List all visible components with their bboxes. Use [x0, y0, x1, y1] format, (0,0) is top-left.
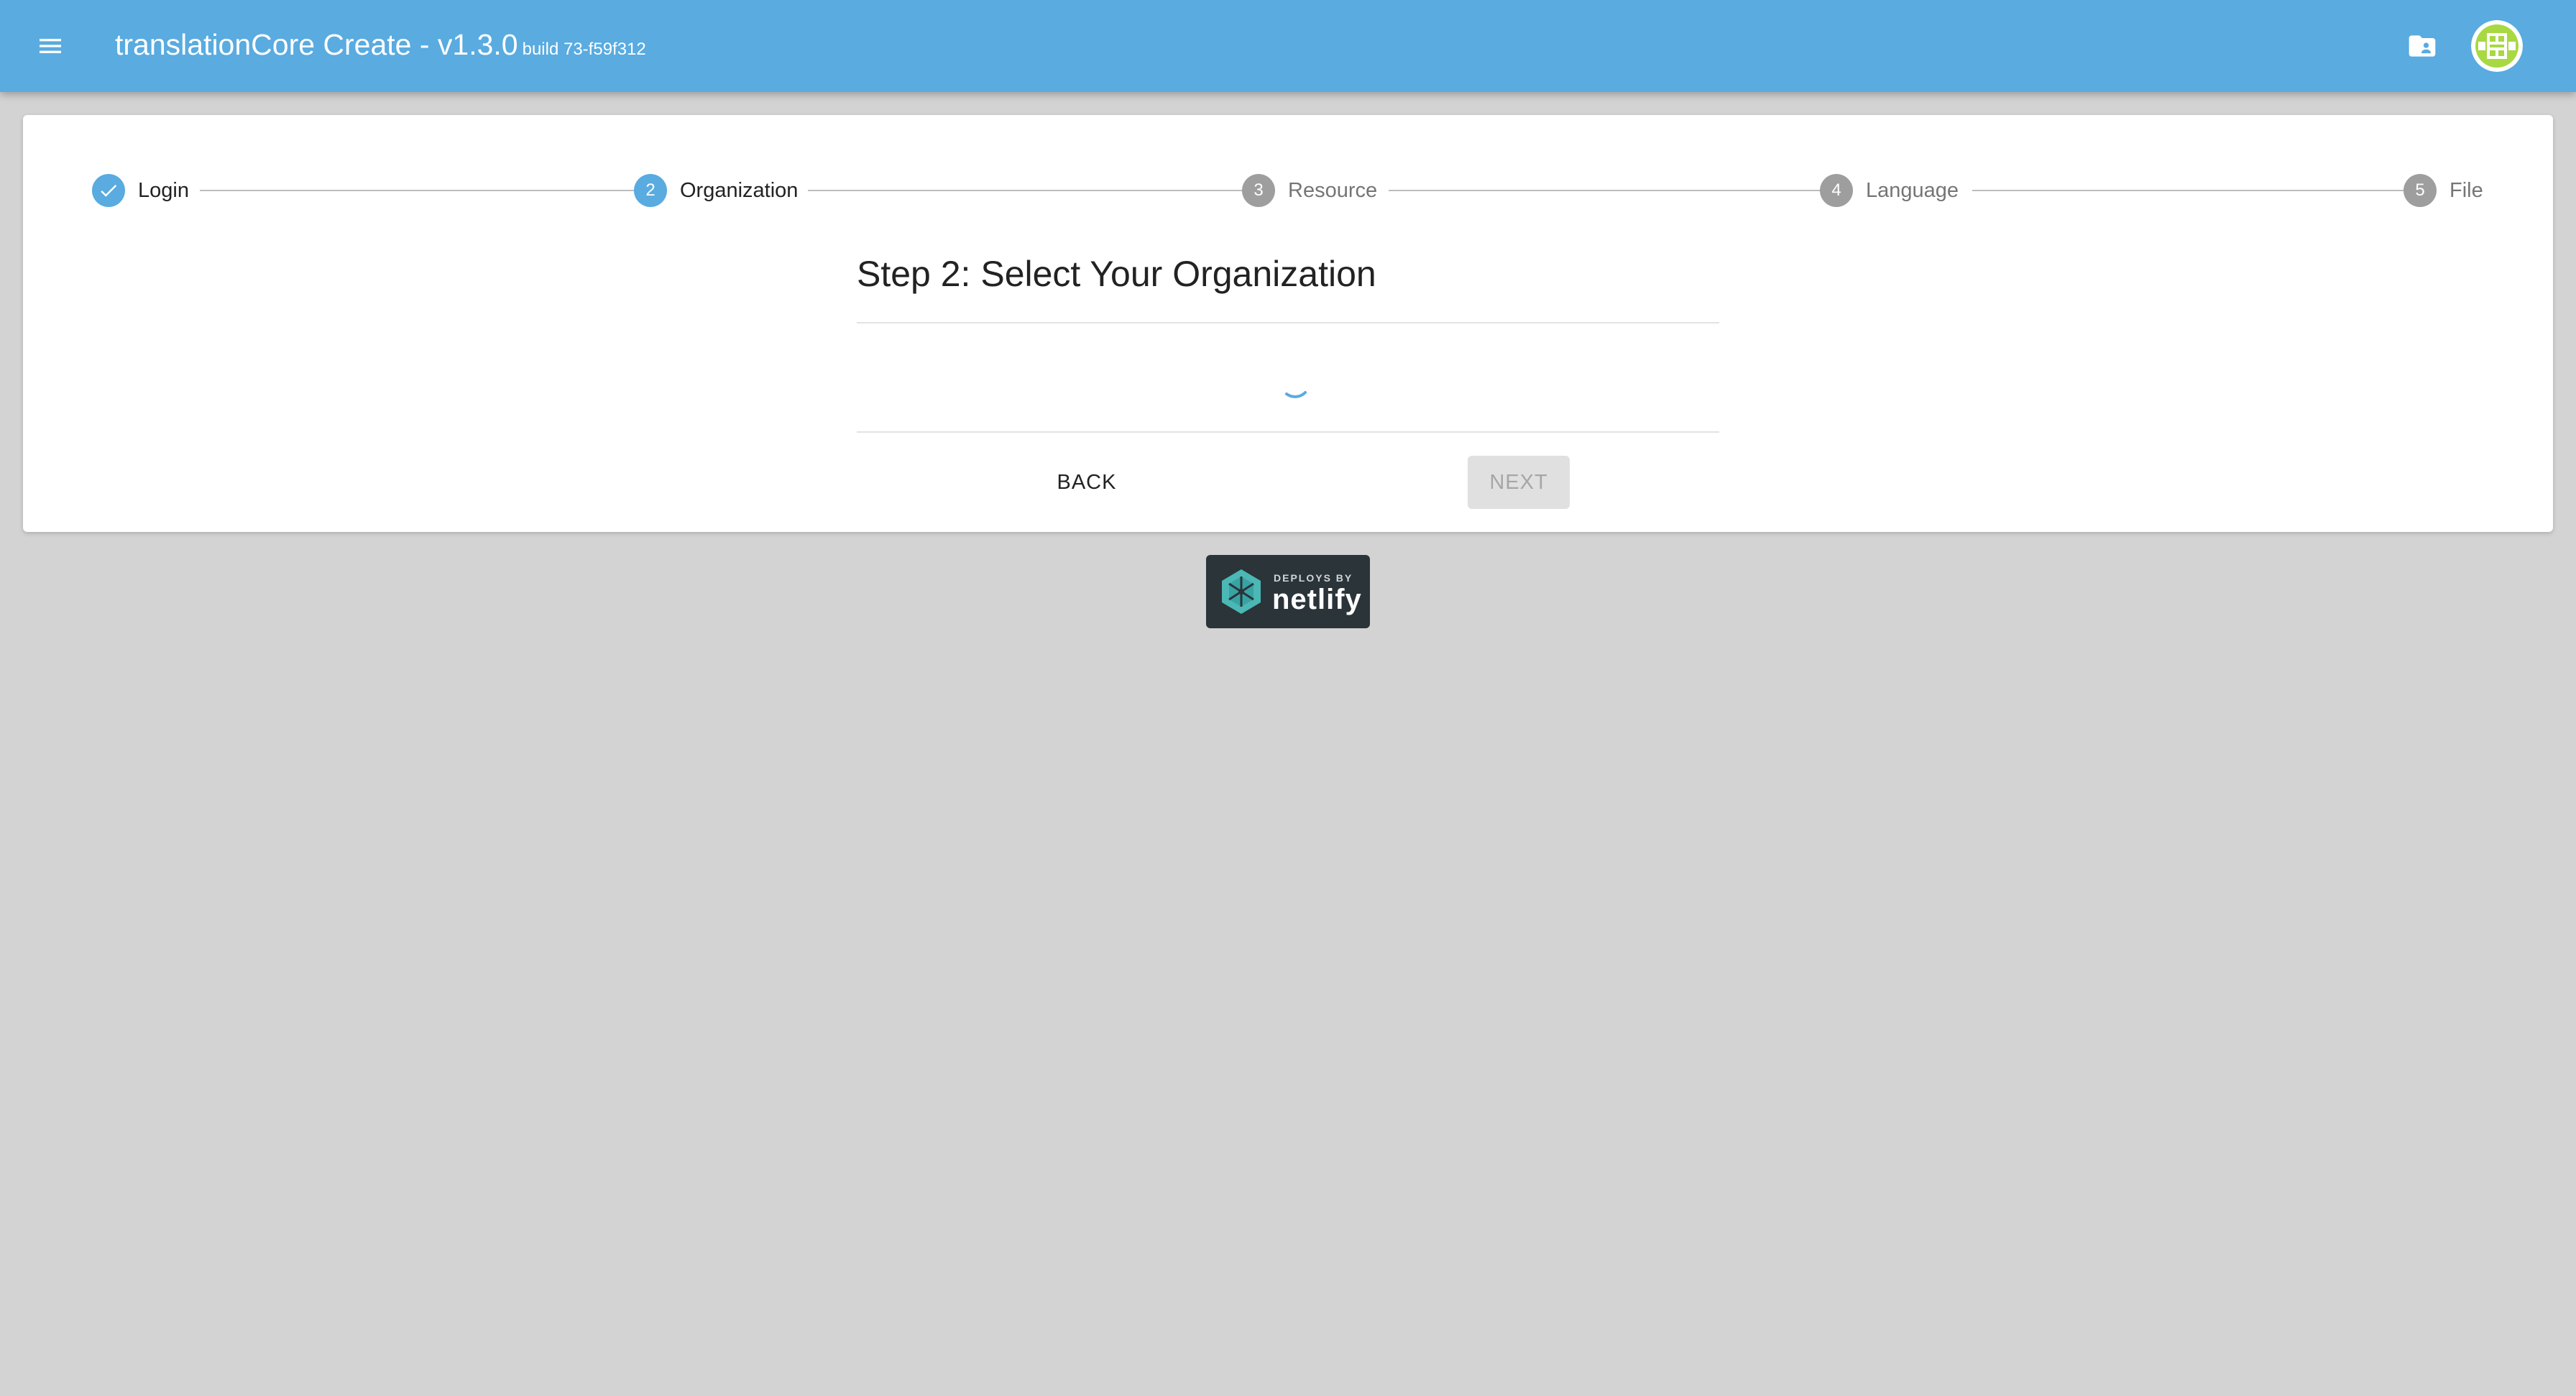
- netlify-name: netlify: [1272, 584, 1362, 615]
- divider: [857, 322, 1719, 323]
- app-title: translationCore Create - v1.3.0 build 73-…: [115, 26, 646, 68]
- step-label: Language: [1866, 178, 1959, 202]
- step-number: 2: [634, 174, 667, 207]
- step-connector: [808, 190, 1254, 191]
- menu-icon: [40, 39, 61, 53]
- step-login[interactable]: Login: [92, 173, 189, 208]
- step-language[interactable]: 4 Language: [1820, 173, 1959, 208]
- loading-spinner: [1258, 365, 1308, 415]
- step-label: Organization: [680, 178, 799, 202]
- build-label: build 73-f59f312: [522, 40, 646, 59]
- spinner-icon: [1285, 391, 1307, 398]
- step-connector: [1389, 190, 1834, 191]
- stepper-card: Login 2 Organization 3 Resource 4 Langua…: [23, 115, 2553, 532]
- step-resource[interactable]: 3 Resource: [1242, 173, 1377, 208]
- step-number: 5: [2404, 174, 2437, 207]
- avatar-icon: [2471, 20, 2523, 72]
- step-number: 4: [1820, 174, 1853, 207]
- netlify-logo-icon: [1222, 569, 1261, 614]
- page-title: Step 2: Select Your Organization: [857, 254, 1376, 294]
- folder-button[interactable]: [2401, 24, 2444, 68]
- netlify-tagline: DEPLOYS BY: [1274, 572, 1353, 584]
- step-file[interactable]: 5 File: [2404, 173, 2483, 208]
- netlify-badge[interactable]: DEPLOYS BY netlify: [1206, 555, 1370, 628]
- folder-account-icon: [2409, 35, 2436, 57]
- step-complete-badge: [92, 174, 125, 207]
- back-button[interactable]: BACK: [1029, 456, 1144, 509]
- step-number: 3: [1242, 174, 1275, 207]
- next-button[interactable]: NEXT: [1468, 456, 1570, 509]
- step-organization[interactable]: 2 Organization: [634, 173, 798, 208]
- app-title-text: translationCore Create - v1.3.0: [115, 28, 518, 61]
- step-connector: [200, 190, 645, 191]
- menu-button[interactable]: [29, 24, 72, 68]
- app-bar: translationCore Create - v1.3.0 build 73-…: [0, 0, 2576, 92]
- divider: [857, 431, 1719, 433]
- step-label: Login: [138, 178, 189, 202]
- user-avatar-button[interactable]: [2471, 20, 2523, 72]
- step-label: File: [2450, 178, 2483, 202]
- checkmark-icon: [101, 185, 117, 197]
- step-label: Resource: [1288, 178, 1378, 202]
- step-connector: [1972, 190, 2418, 191]
